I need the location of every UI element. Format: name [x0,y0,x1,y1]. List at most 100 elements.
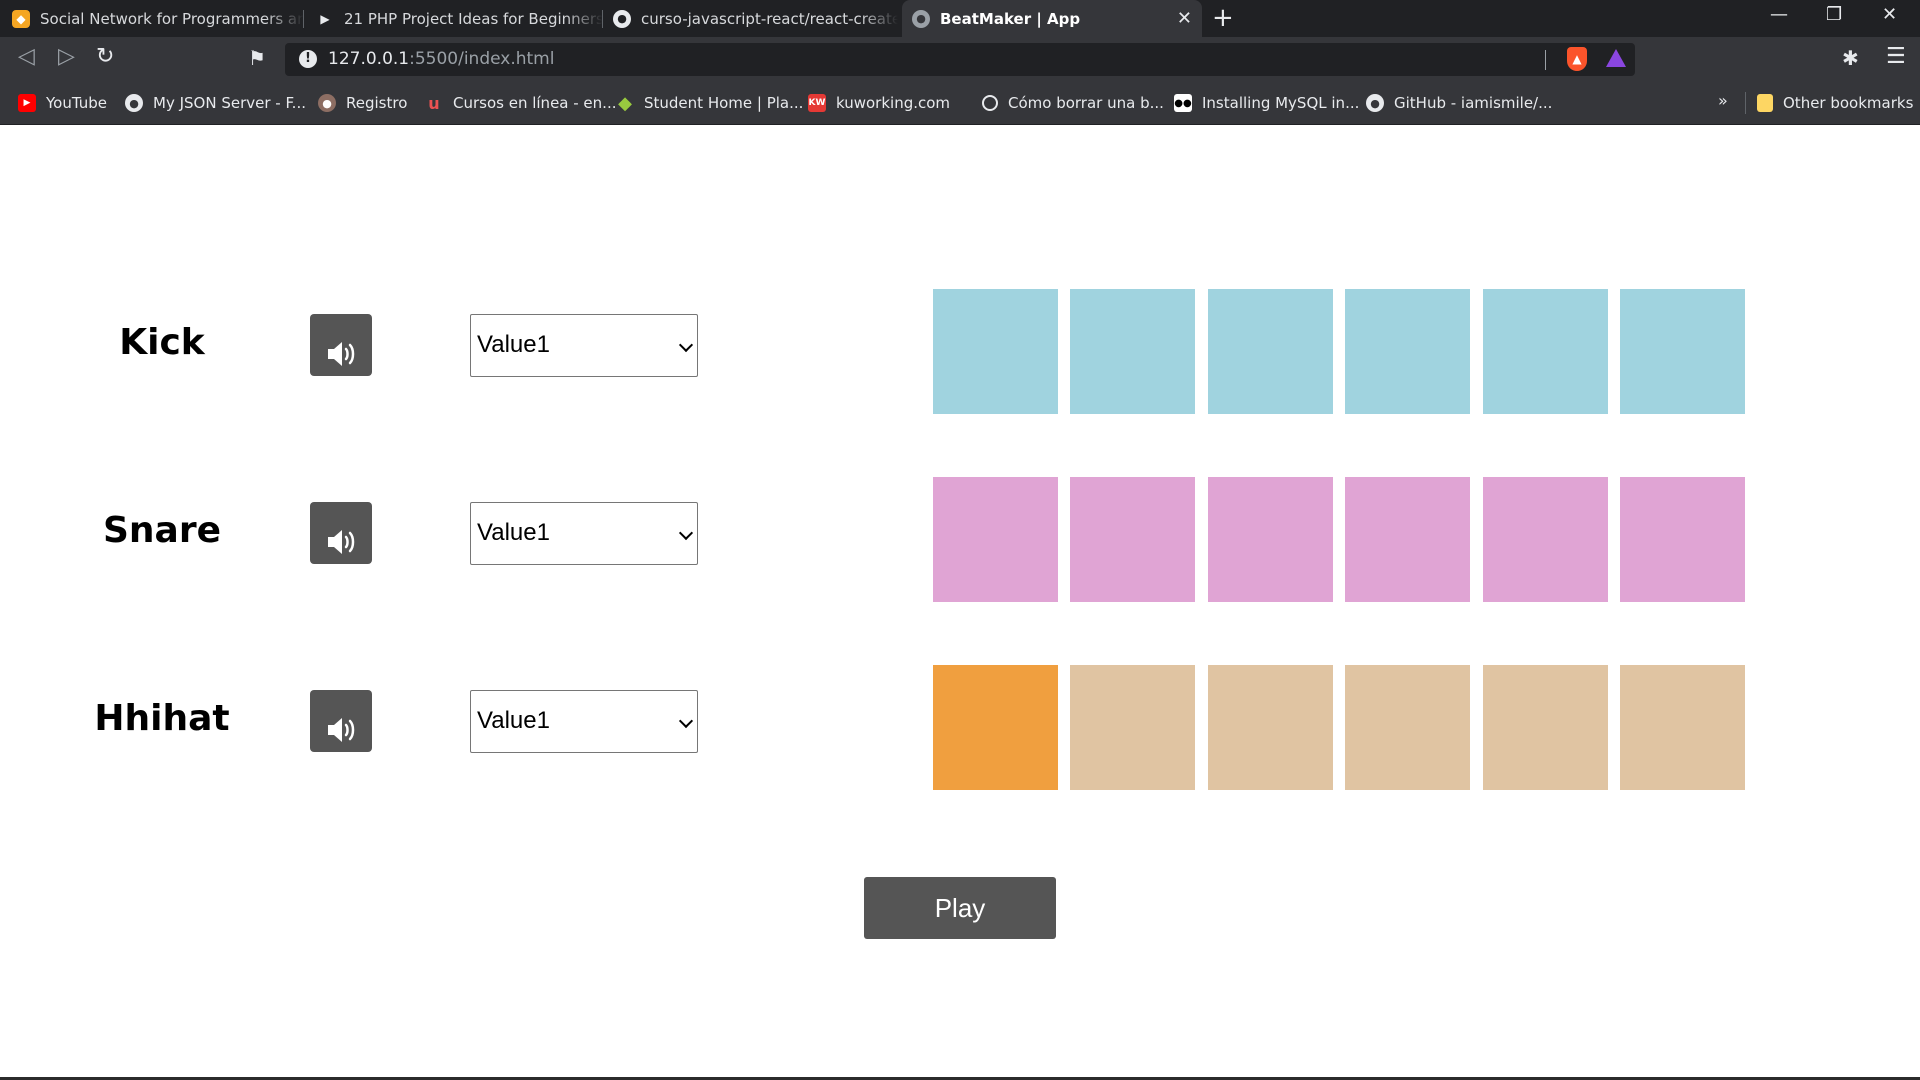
select-value: Value1 [477,519,550,546]
menu-icon[interactable]: ☰ [1886,44,1906,69]
restore-icon[interactable]: ❐ [1826,4,1842,25]
brave-rewards-icon[interactable] [1606,49,1626,67]
chevron-down-icon [678,525,694,541]
bookmark-other[interactable]: Other bookmarks [1757,82,1913,124]
brave-shield-icon[interactable]: ▲ [1567,47,1587,71]
bookmark-udemy[interactable]: u Cursos en línea - en... [425,82,616,124]
bookmark-json-server[interactable]: ● My JSON Server - F... [125,82,306,124]
bookmark-youtube[interactable]: ▶ YouTube [18,82,107,124]
bookmark-label: Cómo borrar una b... [1008,94,1164,112]
speaker-icon [328,341,355,366]
divider [1745,92,1746,114]
bookmark-label: Student Home | Pla... [644,94,804,112]
github-icon: ● [613,9,631,28]
kick-pad-1[interactable] [933,289,1058,414]
extensions-icon[interactable]: ✱ [1842,46,1859,70]
bookmark-mysql[interactable]: ●● Installing MySQL in... [1174,82,1359,124]
hihat-pad-5[interactable] [1483,665,1608,790]
browser-toolbar: ◁ ▷ ↻ ⚑ ! 127.0.0.1:5500/index.html ▲ ✱ … [0,37,1920,82]
bookmark-borrar[interactable]: Cómo borrar una b... [982,82,1164,124]
snare-pad-6[interactable] [1620,477,1745,602]
bookmark-label: Registro [346,94,408,112]
select-value: Value1 [477,707,550,734]
bookmark-label: Cursos en línea - en... [453,94,617,112]
bookmark-label: Installing MySQL in... [1202,94,1360,112]
url-path: :5500/index.html [409,49,555,69]
bookmark-label: kuworking.com [836,94,951,112]
mute-button-kick[interactable] [310,314,372,376]
tab-php-ideas[interactable]: ▶ 21 PHP Project Ideas for Beginners | D… [316,0,603,37]
bookmark-label: Other bookmarks [1783,94,1914,112]
play-icon: ▶ [320,11,330,26]
bookmark-kuworking[interactable]: KW kuworking.com [808,82,950,124]
bookmark-label: GitHub - iamismile/... [1394,94,1553,112]
tab-github[interactable]: ● curso-javascript-react/react-create-el… [613,0,898,37]
kick-pad-5[interactable] [1483,289,1608,414]
kick-pad-2[interactable] [1070,289,1195,414]
chevron-down-icon [678,337,694,353]
minimize-icon[interactable]: — [1770,4,1788,25]
more-bookmarks-icon[interactable]: » [1718,91,1728,110]
snare-pad-5[interactable] [1483,477,1608,602]
close-tab-icon[interactable]: ✕ [1177,8,1192,29]
globe-icon: ● [912,9,930,28]
url-host: 127.0.0.1 [328,49,410,69]
hihat-pad-1[interactable] [933,665,1058,790]
hihat-pad-6[interactable] [1620,665,1745,790]
hihat-pad-4[interactable] [1345,665,1470,790]
new-tab-icon[interactable]: + [1212,3,1234,33]
speaker-icon [328,717,355,742]
track-label-kick: Kick [119,322,205,363]
snare-pad-1[interactable] [933,477,1058,602]
tab-dev[interactable]: ◆ Social Network for Programmers and Dev… [12,0,304,37]
snare-pad-2[interactable] [1070,477,1195,602]
tab-beatmaker[interactable]: ● BeatMaker | App ✕ [902,0,1202,37]
address-bar[interactable]: ! 127.0.0.1:5500/index.html ▲ [285,43,1635,76]
bookmark-label: YouTube [46,94,107,112]
reload-icon[interactable]: ↻ [96,44,114,69]
bookmark-icon[interactable]: ⚑ [248,46,266,70]
tab-separator [303,10,304,28]
kick-pad-3[interactable] [1208,289,1333,414]
hihat-pad-2[interactable] [1070,665,1195,790]
info-icon[interactable]: ! [299,50,317,68]
tab-title: 21 PHP Project Ideas for Beginners | Dev [344,9,603,28]
sound-select-kick[interactable]: Value1 [470,314,698,377]
snare-pad-4[interactable] [1345,477,1470,602]
tab-title: BeatMaker | App [940,9,1081,28]
track-label-snare: Snare [102,510,222,551]
chevron-down-icon [678,713,694,729]
sound-select-snare[interactable]: Value1 [470,502,698,565]
speaker-icon [328,529,355,554]
back-icon[interactable]: ◁ [18,44,35,69]
tab-separator [602,10,603,28]
play-button[interactable]: Play [864,877,1056,939]
folder-icon [1757,94,1773,112]
kick-pad-4[interactable] [1345,289,1470,414]
mute-button-hihat[interactable] [310,690,372,752]
owl-icon: ● [318,94,336,112]
bookmark-registro[interactable]: ● Registro [318,82,407,124]
tab-strip: ◆ Social Network for Programmers and Dev… [0,0,1920,37]
mute-button-snare[interactable] [310,502,372,564]
snare-pad-3[interactable] [1208,477,1333,602]
forward-icon[interactable]: ▷ [58,44,75,69]
ubuntu-icon [982,95,998,111]
divider [1545,50,1546,70]
bookmark-github[interactable]: ● GitHub - iamismile/... [1366,82,1552,124]
github-icon: ● [1366,94,1384,112]
youtube-icon: ▶ [18,94,36,112]
bookmark-platzi[interactable]: ◆ Student Home | Pla... [616,82,803,124]
tab-title: Social Network for Programmers and Devel… [40,9,304,28]
kick-pad-6[interactable] [1620,289,1745,414]
url-text[interactable]: 127.0.0.1:5500/index.html [328,49,554,69]
hihat-pad-3[interactable] [1208,665,1333,790]
medium-icon: ●● [1174,94,1192,112]
sound-select-hihat[interactable]: Value1 [470,690,698,753]
kw-icon: KW [808,94,826,112]
close-window-icon[interactable]: ✕ [1882,4,1897,25]
udemy-icon: u [428,93,440,113]
bookmark-label: My JSON Server - F... [153,94,306,112]
platzi-icon: ◆ [618,92,632,114]
track-label-hihat: Hhihat [94,698,230,739]
